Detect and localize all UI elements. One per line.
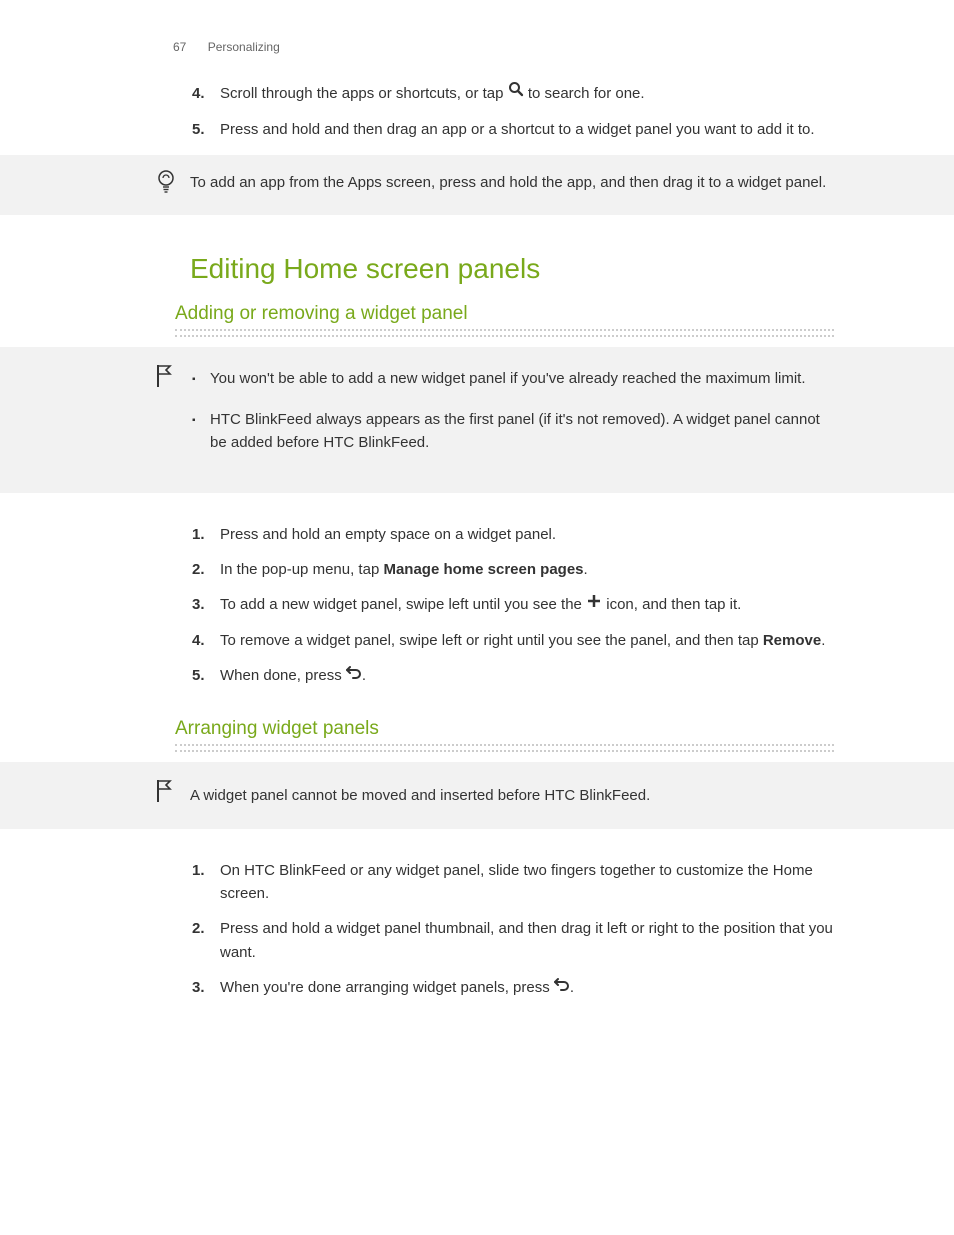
step-text: .	[584, 561, 588, 578]
section-heading: Editing Home screen panels	[190, 253, 834, 285]
step-number: 5.	[192, 118, 205, 141]
note-bullet: HTC BlinkFeed always appears as the firs…	[210, 408, 834, 455]
step-item: 5.When done, press .	[220, 664, 834, 688]
step-text: In the pop-up menu, tap	[220, 561, 383, 578]
step-item: 1.Press and hold an empty space on a wid…	[220, 523, 834, 546]
step-number: 1.	[192, 523, 205, 546]
step-text: .	[362, 667, 366, 684]
back-icon	[554, 975, 570, 998]
step-number: 4.	[192, 629, 205, 652]
step-text: Scroll through the apps or shortcuts, or…	[220, 85, 508, 102]
step-item: 1.On HTC BlinkFeed or any widget panel, …	[220, 859, 834, 906]
step-item: 3.To add a new widget panel, swipe left …	[220, 593, 834, 617]
step-number: 2.	[192, 558, 205, 581]
flag-icon	[155, 778, 175, 811]
step-text: Press and hold and then drag an app or a…	[220, 121, 815, 138]
tip-callout: To add an app from the Apps screen, pres…	[0, 155, 954, 215]
step-text: Press and hold a widget panel thumbnail,…	[220, 920, 833, 960]
step-text: To remove a widget panel, swipe left or …	[220, 632, 763, 649]
step-text: When done, press	[220, 667, 346, 684]
step-bold-text: Manage home screen pages	[383, 561, 583, 578]
step-text: Press and hold an empty space on a widge…	[220, 526, 556, 543]
page: 67 Personalizing 4. Scroll through the ap…	[0, 0, 954, 1000]
step-number: 3.	[192, 593, 205, 616]
divider	[175, 335, 834, 337]
note-text: A widget panel cannot be moved and inser…	[190, 787, 650, 804]
step-item: 5.Press and hold and then drag an app or…	[220, 118, 834, 141]
tip-text: To add an app from the Apps screen, pres…	[190, 174, 826, 191]
page-header: 67 Personalizing	[0, 40, 954, 82]
note-bullet: You won't be able to add a new widget pa…	[210, 367, 834, 390]
step-number: 4.	[192, 82, 205, 105]
step-number: 5.	[192, 664, 205, 687]
step-bold-text: Remove	[763, 632, 821, 649]
plus-icon	[586, 593, 602, 616]
step-number: 3.	[192, 976, 205, 999]
note-callout: You won't be able to add a new widget pa…	[0, 347, 954, 493]
step-number: 2.	[192, 917, 205, 940]
step-number: 1.	[192, 859, 205, 882]
step-item: 2.Press and hold a widget panel thumbnai…	[220, 917, 834, 964]
step-text: to search for one.	[524, 85, 645, 102]
search-icon	[508, 81, 524, 104]
sub1-steps: 1. Press and hold an empty space on a wid…	[0, 523, 954, 688]
step-item: 3.When you're done arranging widget pane…	[220, 976, 834, 1000]
step-text: icon, and then tap it.	[602, 596, 741, 613]
step-item: 4.To remove a widget panel, swipe left o…	[220, 629, 834, 652]
step-item: 2.In the pop-up menu, tap Manage home sc…	[220, 558, 834, 581]
step-text: When you're done arranging widget panels…	[220, 979, 554, 996]
sub2-steps: 1. On HTC BlinkFeed or any widget panel, …	[0, 859, 954, 1000]
step-text: On HTC BlinkFeed or any widget panel, sl…	[220, 862, 813, 902]
lightbulb-icon	[155, 169, 177, 202]
step-item: 4.Scroll through the apps or shortcuts, …	[220, 82, 834, 106]
page-number: 67	[173, 40, 186, 54]
page-section-label: Personalizing	[208, 40, 280, 54]
divider	[175, 750, 834, 752]
subsection-heading-arranging: Arranging widget panels	[175, 718, 834, 746]
flag-icon	[155, 363, 175, 396]
step-text: .	[821, 632, 825, 649]
subsection-heading-adding: Adding or removing a widget panel	[175, 303, 834, 331]
note-callout: A widget panel cannot be moved and inser…	[0, 762, 954, 829]
intro-steps: 4. Scroll through the apps or shortcuts, …	[0, 82, 954, 141]
back-icon	[346, 663, 362, 686]
step-text: .	[570, 979, 574, 996]
step-text: To add a new widget panel, swipe left un…	[220, 596, 586, 613]
